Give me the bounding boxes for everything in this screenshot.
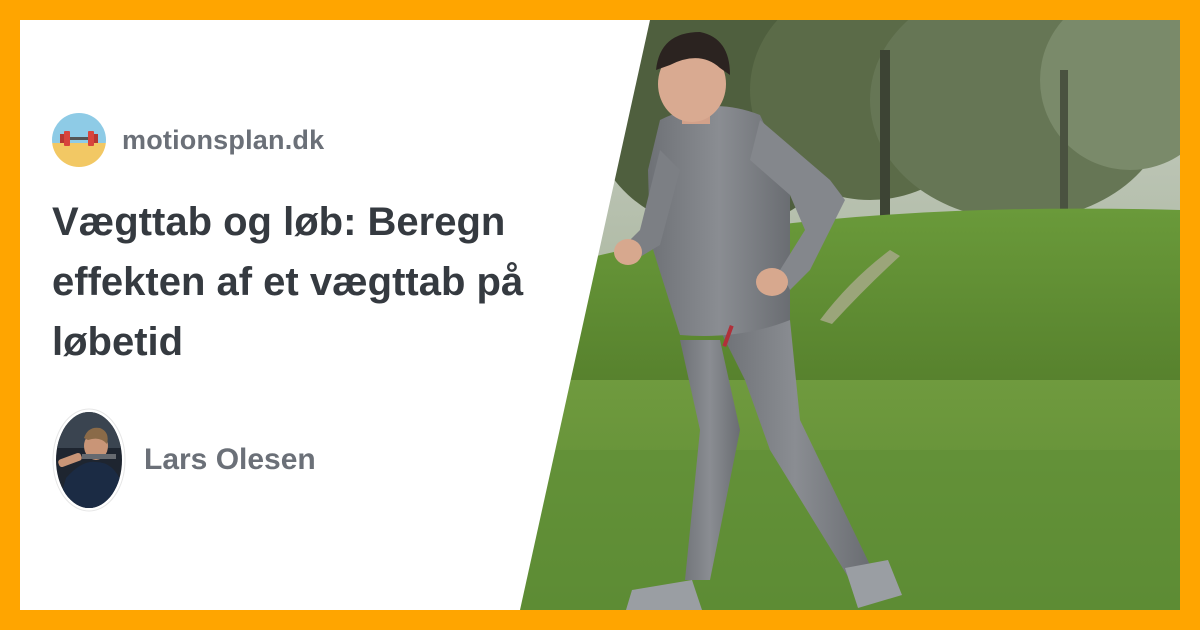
author-name: Lars Olesen: [144, 443, 316, 476]
share-card: motionsplan.dk Vægttab og løb: Beregn ef…: [20, 20, 1180, 610]
site-name: motionsplan.dk: [122, 124, 325, 155]
barbell-on-beach-icon: [52, 113, 106, 167]
orange-frame: motionsplan.dk Vægttab og løb: Beregn ef…: [0, 0, 1200, 630]
article-title: Vægttab og løb: Beregn effekten af et væ…: [52, 200, 524, 364]
author-avatar: [52, 408, 126, 512]
site-brand[interactable]: motionsplan.dk: [52, 113, 324, 167]
author-byline[interactable]: Lars Olesen: [52, 408, 316, 512]
